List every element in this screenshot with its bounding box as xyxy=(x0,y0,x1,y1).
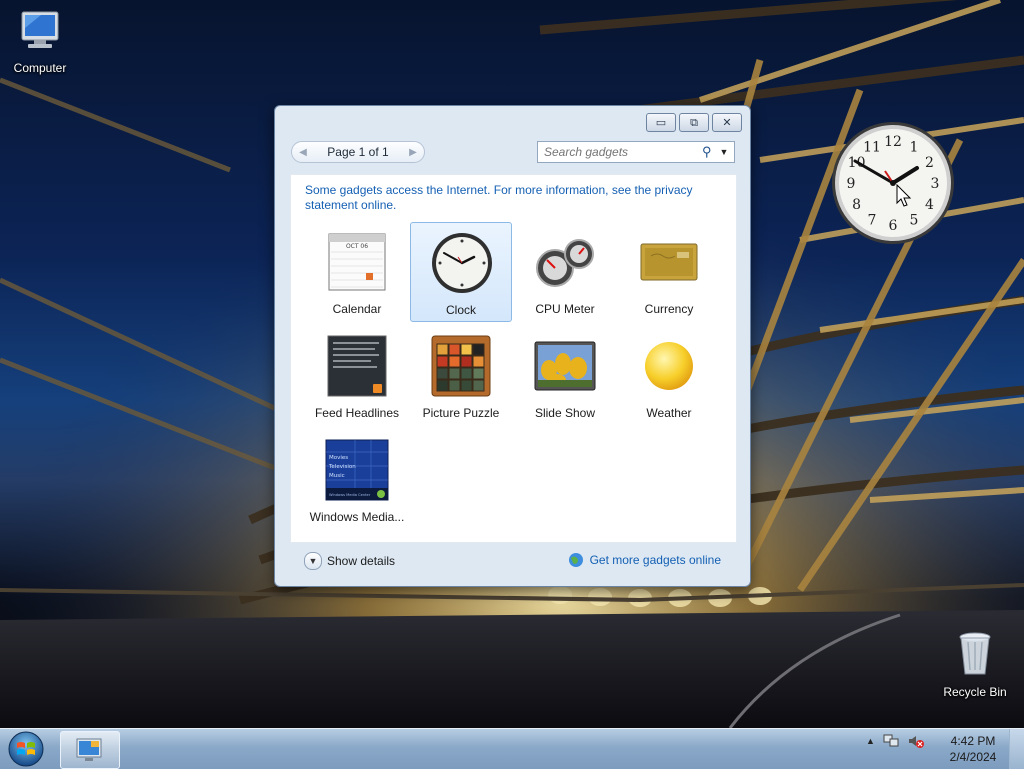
clock-numeral: 5 xyxy=(910,212,919,228)
close-button[interactable]: ✕ xyxy=(712,113,742,132)
gadget-label: Currency xyxy=(644,302,694,316)
gadget-label: Windows Media... xyxy=(309,510,405,524)
desktop-icon-label: Recycle Bin xyxy=(943,685,1007,699)
clock-numeral: 11 xyxy=(863,140,881,156)
volume-muted-icon[interactable] xyxy=(907,733,925,749)
clock-numeral: 1 xyxy=(910,140,919,156)
desktop-icon-label: Computer xyxy=(13,61,67,75)
gadget-tile-clock[interactable]: Clock xyxy=(410,222,512,322)
get-more-gadgets-link[interactable]: Get more gadgets online xyxy=(568,552,721,568)
media-menu-item: Television xyxy=(328,464,356,470)
gadget-tile-cpu-meter[interactable]: CPU Meter xyxy=(514,222,616,322)
next-page-icon[interactable]: ▶ xyxy=(404,143,422,161)
clock-numeral: 7 xyxy=(868,212,877,228)
privacy-statement-link[interactable]: Some gadgets access the Internet. For mo… xyxy=(305,183,725,213)
windows-media-center-gadget-icon: Movies Television Music Windows Media Ce… xyxy=(325,439,389,501)
minimize-button[interactable]: ▭ xyxy=(646,113,676,132)
search-dropdown-icon[interactable]: ▼ xyxy=(720,147,729,157)
desktop-icon-computer[interactable]: Computer xyxy=(0,8,80,75)
gadget-label: CPU Meter xyxy=(535,302,595,316)
gadget-tile-calendar[interactable]: OCT 06 Calendar xyxy=(306,222,408,322)
taskbar: ▲ 4:42 PM 2/4/2024 xyxy=(0,728,1024,769)
desktop-icon-recycle-bin[interactable]: Recycle Bin xyxy=(935,630,1015,699)
taskbar-clock[interactable]: 4:42 PM 2/4/2024 xyxy=(942,733,1004,765)
clock-numeral: 3 xyxy=(931,176,940,192)
gadget-label: Clock xyxy=(445,303,476,317)
feed-headlines-gadget-icon xyxy=(327,335,387,397)
gadget-tile-picture-puzzle[interactable]: Picture Puzzle xyxy=(410,326,512,426)
media-menu-item: Music xyxy=(329,473,345,479)
desktop-clock-gadget[interactable]: 121234567891011 xyxy=(829,119,957,247)
taskbar-time: 4:42 PM xyxy=(950,734,996,748)
gadget-tile-feed-headlines[interactable]: Feed Headlines xyxy=(306,326,408,426)
clock-numeral: 12 xyxy=(884,134,902,150)
calendar-gadget-icon: OCT 06 xyxy=(328,233,386,291)
clock-numeral: 8 xyxy=(852,197,861,213)
gadget-label: Picture Puzzle xyxy=(422,406,500,420)
clock-numeral: 6 xyxy=(889,218,898,234)
gallery-footer: ▼ Show details Get more gadgets online xyxy=(290,548,735,574)
gadget-tile-weather[interactable]: Weather xyxy=(618,326,720,426)
search-icon[interactable]: ⚲ xyxy=(702,144,712,160)
gadgets-app-icon xyxy=(76,738,102,761)
show-details-label: Show details xyxy=(327,554,396,568)
taskbar-date: 2/4/2024 xyxy=(949,750,997,764)
gadget-tile-windows-media[interactable]: Movies Television Music Windows Media Ce… xyxy=(306,430,408,530)
network-icon[interactable] xyxy=(883,733,899,749)
search-gadgets-input[interactable] xyxy=(542,144,696,160)
start-button[interactable] xyxy=(6,730,46,768)
gadget-tile-slide-show[interactable]: Slide Show xyxy=(514,326,616,426)
get-more-gadgets-label: Get more gadgets online xyxy=(589,553,721,567)
gadget-label: Weather xyxy=(646,406,692,420)
notification-area: ▲ xyxy=(866,733,925,749)
media-menu-item: Movies xyxy=(329,455,348,461)
previous-page-icon[interactable]: ◀ xyxy=(294,143,312,161)
show-hidden-icons-icon[interactable]: ▲ xyxy=(866,736,875,746)
gadget-label: Feed Headlines xyxy=(314,406,400,420)
globe-icon xyxy=(568,553,583,567)
show-desktop-button[interactable] xyxy=(1009,729,1024,769)
slide-show-gadget-icon xyxy=(534,341,596,391)
page-navigator: ◀ Page 1 of 1 ▶ xyxy=(291,141,425,163)
computer-icon xyxy=(21,11,59,48)
currency-gadget-icon xyxy=(640,243,698,281)
gadget-gallery-window: ▭ ⧉ ✕ ◀ Page 1 of 1 ▶ ⚲ ▼ Some gadgets a… xyxy=(274,105,751,587)
search-gadgets-box: ⚲ ▼ xyxy=(537,141,735,163)
calendar-month-label: OCT 06 xyxy=(346,243,368,250)
clock-numeral: 4 xyxy=(925,197,934,213)
weather-gadget-icon xyxy=(645,342,693,390)
gadget-list-pane: Some gadgets access the Internet. For mo… xyxy=(290,174,737,543)
taskbar-button-gadgets[interactable] xyxy=(60,731,120,769)
restore-button[interactable]: ⧉ xyxy=(679,113,709,132)
media-footer-text: Windows Media Center xyxy=(329,493,371,497)
clock-numeral: 2 xyxy=(925,155,934,171)
gadget-tile-currency[interactable]: Currency xyxy=(618,222,720,322)
gadget-label: Slide Show xyxy=(534,406,596,420)
show-details-button[interactable]: ▼ Show details xyxy=(304,552,395,570)
gadget-label: Calendar xyxy=(332,302,382,316)
clock-gadget-icon xyxy=(432,233,492,293)
chevron-down-icon: ▼ xyxy=(304,552,322,570)
clock-numeral: 9 xyxy=(847,176,856,192)
recycle-bin-icon xyxy=(959,632,991,675)
window-controls: ▭ ⧉ ✕ xyxy=(646,113,742,132)
page-indicator: Page 1 of 1 xyxy=(327,145,389,159)
cpu-meter-gadget-icon xyxy=(536,239,594,287)
picture-puzzle-gadget-icon xyxy=(431,335,491,397)
